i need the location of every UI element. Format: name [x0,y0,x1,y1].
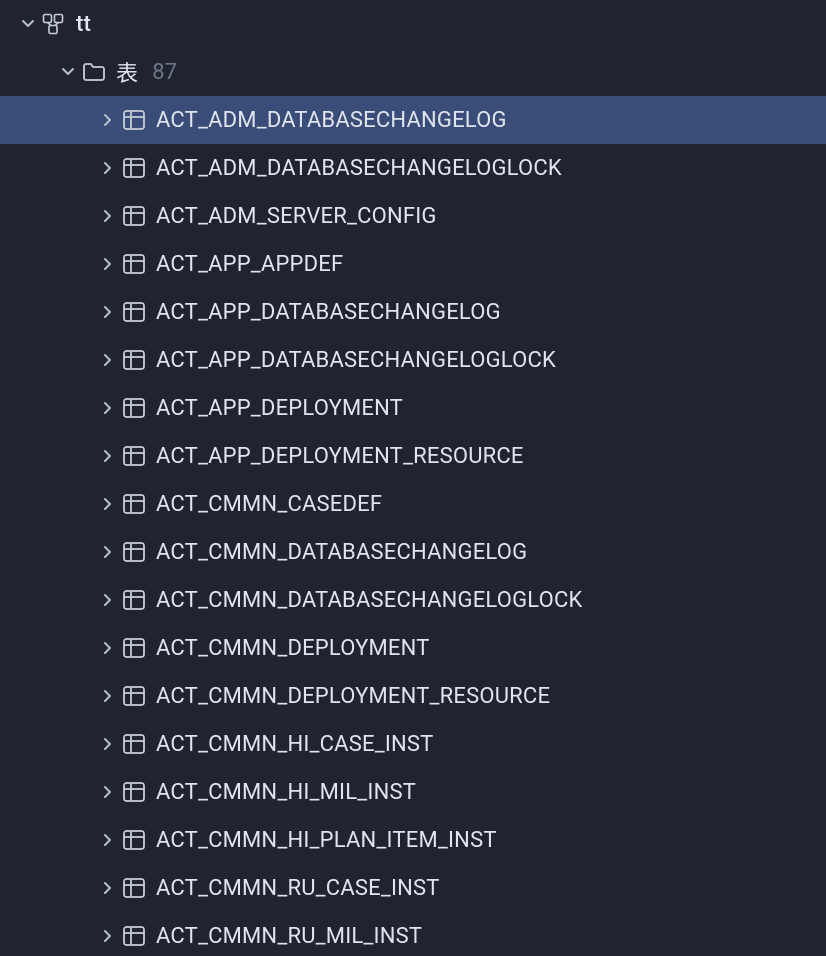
tree-table-row[interactable]: ACT_ADM_DATABASECHANGELOG [0,96,826,144]
tree-table-row[interactable]: ACT_CMMN_DEPLOYMENT [0,624,826,672]
schema-icon [42,13,76,35]
tree-table-row[interactable]: ACT_CMMN_HI_CASE_INST [0,720,826,768]
schema-label: tt [76,12,91,37]
table-icon [122,781,156,803]
table-label: ACT_CMMN_DATABASECHANGELOGLOCK [156,588,583,613]
chevron-right-icon[interactable] [94,880,122,896]
chevron-right-icon[interactable] [94,832,122,848]
chevron-right-icon[interactable] [94,784,122,800]
tree-table-row[interactable]: ACT_ADM_SERVER_CONFIG [0,192,826,240]
folder-count: 87 [152,60,177,85]
chevron-right-icon[interactable] [94,160,122,176]
tree-folder-row[interactable]: 表 87 [0,48,826,96]
table-icon [122,877,156,899]
table-label: ACT_APP_DEPLOYMENT_RESOURCE [156,444,524,469]
tables-list: ACT_ADM_DATABASECHANGELOG ACT_ADM_DATABAS… [0,96,826,956]
tree-table-row[interactable]: ACT_APP_APPDEF [0,240,826,288]
folder-label: 表 [116,56,138,88]
table-label: ACT_CMMN_HI_PLAN_ITEM_INST [156,828,497,853]
table-icon [122,637,156,659]
tree-table-row[interactable]: ACT_ADM_DATABASECHANGELOGLOCK [0,144,826,192]
chevron-right-icon[interactable] [94,544,122,560]
chevron-down-icon[interactable] [14,16,42,32]
tree-table-row[interactable]: ACT_APP_DEPLOYMENT [0,384,826,432]
table-icon [122,541,156,563]
table-label: ACT_APP_DATABASECHANGELOG [156,300,501,325]
chevron-right-icon[interactable] [94,400,122,416]
chevron-right-icon[interactable] [94,736,122,752]
table-icon [122,397,156,419]
folder-icon [82,62,116,82]
table-icon [122,205,156,227]
table-label: ACT_CMMN_CASEDEF [156,492,382,517]
table-label: ACT_CMMN_HI_MIL_INST [156,780,416,805]
chevron-right-icon[interactable] [94,448,122,464]
table-icon [122,445,156,467]
table-label: ACT_CMMN_DEPLOYMENT [156,636,430,661]
table-label: ACT_CMMN_DATABASECHANGELOG [156,540,527,565]
tree-table-row[interactable]: ACT_CMMN_HI_PLAN_ITEM_INST [0,816,826,864]
tree-table-row[interactable]: ACT_CMMN_DATABASECHANGELOG [0,528,826,576]
table-label: ACT_CMMN_RU_CASE_INST [156,876,440,901]
tree-table-row[interactable]: ACT_APP_DATABASECHANGELOG [0,288,826,336]
table-icon [122,301,156,323]
table-icon [122,253,156,275]
table-icon [122,829,156,851]
chevron-right-icon[interactable] [94,256,122,272]
table-icon [122,925,156,947]
tree-table-row[interactable]: ACT_CMMN_HI_MIL_INST [0,768,826,816]
chevron-right-icon[interactable] [94,496,122,512]
chevron-right-icon[interactable] [94,304,122,320]
chevron-right-icon[interactable] [94,640,122,656]
chevron-right-icon[interactable] [94,928,122,944]
table-label: ACT_ADM_DATABASECHANGELOG [156,108,507,133]
tree-table-row[interactable]: ACT_CMMN_DEPLOYMENT_RESOURCE [0,672,826,720]
chevron-right-icon[interactable] [94,208,122,224]
tree-table-row[interactable]: ACT_CMMN_RU_CASE_INST [0,864,826,912]
table-icon [122,733,156,755]
chevron-right-icon[interactable] [94,112,122,128]
table-label: ACT_CMMN_DEPLOYMENT_RESOURCE [156,684,550,709]
tree-table-row[interactable]: ACT_CMMN_DATABASECHANGELOGLOCK [0,576,826,624]
table-icon [122,493,156,515]
table-label: ACT_APP_APPDEF [156,252,343,277]
table-label: ACT_CMMN_HI_CASE_INST [156,732,433,757]
tree-table-row[interactable]: ACT_APP_DEPLOYMENT_RESOURCE [0,432,826,480]
chevron-right-icon[interactable] [94,592,122,608]
tree-table-row[interactable]: ACT_CMMN_CASEDEF [0,480,826,528]
chevron-down-icon[interactable] [54,64,82,80]
table-icon [122,109,156,131]
table-label: ACT_ADM_DATABASECHANGELOGLOCK [156,156,562,181]
table-label: ACT_APP_DATABASECHANGELOGLOCK [156,348,556,373]
table-icon [122,589,156,611]
table-icon [122,349,156,371]
table-label: ACT_APP_DEPLOYMENT [156,396,403,421]
table-label: ACT_CMMN_RU_MIL_INST [156,924,422,949]
table-label: ACT_ADM_SERVER_CONFIG [156,204,437,229]
table-icon [122,157,156,179]
tree-schema-row[interactable]: tt [0,0,826,48]
db-tree: tt 表 87 ACT_ADM_DATABASECHANGELOGACT_ADM… [0,0,826,956]
tree-table-row[interactable]: ACT_CMMN_RU_MIL_INST [0,912,826,956]
chevron-right-icon[interactable] [94,352,122,368]
chevron-right-icon[interactable] [94,688,122,704]
table-icon [122,685,156,707]
tree-table-row[interactable]: ACT_APP_DATABASECHANGELOGLOCK [0,336,826,384]
